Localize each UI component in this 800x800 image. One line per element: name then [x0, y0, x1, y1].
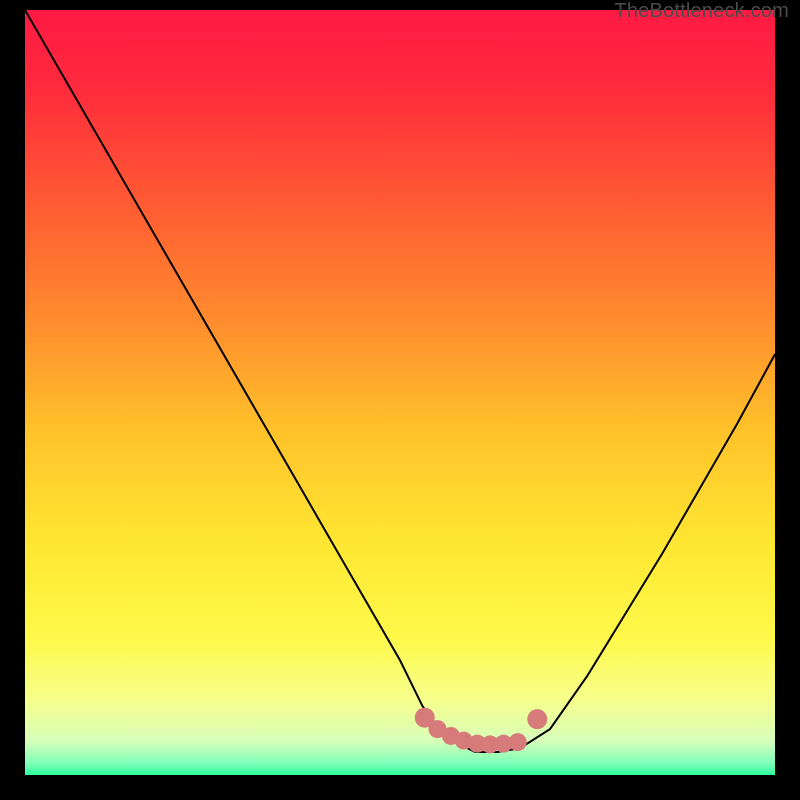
curve-marker [509, 733, 527, 751]
plot-area [25, 10, 775, 775]
curve-markers [415, 708, 548, 754]
bottleneck-curve [25, 10, 775, 775]
chart-stage: TheBottleneck.com [0, 0, 800, 800]
watermark-text: TheBottleneck.com [614, 0, 789, 23]
curve-marker [527, 709, 547, 729]
curve-line [25, 10, 775, 752]
